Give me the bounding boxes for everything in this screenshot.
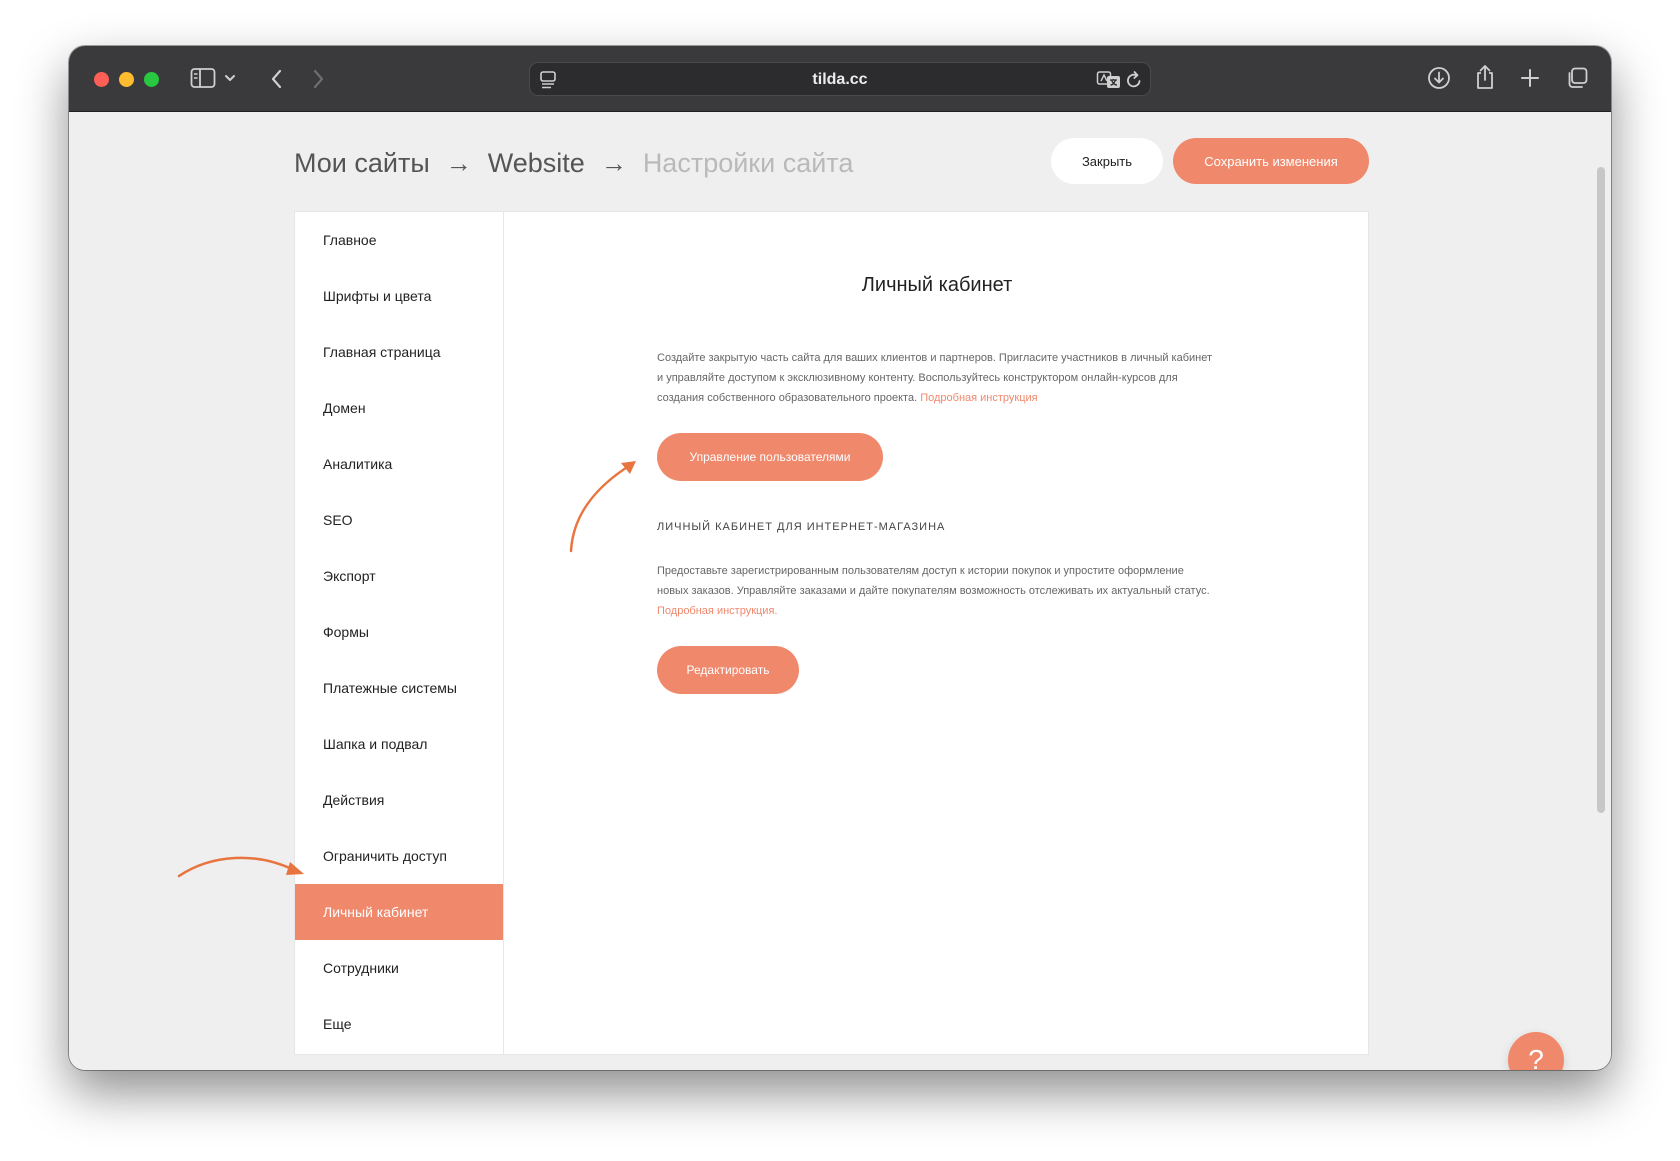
chevron-down-icon[interactable] — [224, 73, 236, 83]
annotation-arrow-icon — [177, 856, 304, 878]
section-title: Личный кабинет — [861, 274, 1013, 296]
close-window-button[interactable] — [94, 72, 109, 87]
help-button[interactable]: ? — [1508, 1032, 1564, 1070]
breadcrumb-my-sites[interactable]: Мои сайты — [294, 148, 430, 179]
edit-button[interactable]: Редактировать — [657, 646, 799, 694]
breadcrumb-separator: → — [600, 147, 627, 178]
sidebar-item-main[interactable]: Главное — [295, 212, 503, 268]
sidebar-item-analytics[interactable]: Аналитика — [295, 436, 503, 492]
share-icon[interactable] — [1474, 63, 1496, 91]
settings-main: Личный кабинет Создайте закрытую часть с… — [505, 212, 1369, 1054]
sidebar-item-employees[interactable]: Сотрудники — [295, 940, 503, 996]
sidebar-toggle-icon[interactable] — [190, 67, 216, 89]
forward-arrow-icon[interactable] — [312, 68, 326, 90]
sidebar-item-seo[interactable]: SEO — [295, 492, 503, 548]
translate-icon[interactable] — [1096, 70, 1122, 90]
sidebar-item-actions[interactable]: Действия — [295, 772, 503, 828]
page-content: Мои сайты → Website → Настройки сайта За… — [69, 113, 1611, 1070]
personal-account-description: Создайте закрытую часть сайта для ваших … — [657, 348, 1217, 408]
download-icon[interactable] — [1427, 66, 1451, 90]
shop-section-title: ЛИЧНЫЙ КАБИНЕТ ДЛЯ ИНТЕРНЕТ-МАГАЗИНА — [657, 521, 946, 533]
close-button[interactable]: Закрыть — [1051, 138, 1163, 184]
breadcrumb-website[interactable]: Website — [488, 148, 585, 179]
shop-description-text: Предоставьте зарегистрированным пользова… — [657, 565, 1210, 597]
minimize-window-button[interactable] — [119, 72, 134, 87]
instruction-link[interactable]: Подробная инструкция — [920, 392, 1037, 404]
sidebar-item-home-page[interactable]: Главная страница — [295, 324, 503, 380]
reload-icon[interactable] — [1125, 70, 1143, 90]
browser-titlebar: tilda.cc — [69, 46, 1611, 112]
breadcrumb-separator: → — [445, 147, 472, 178]
sidebar-item-payment-systems[interactable]: Платежные системы — [295, 660, 503, 716]
sidebar-item-export[interactable]: Экспорт — [295, 548, 503, 604]
shop-description: Предоставьте зарегистрированным пользова… — [657, 561, 1217, 621]
breadcrumb-current: Настройки сайта — [642, 147, 854, 178]
sidebar-item-fonts-colors[interactable]: Шрифты и цвета — [295, 268, 503, 324]
sidebar-item-more[interactable]: Еще — [295, 996, 503, 1052]
sidebar-item-forms[interactable]: Формы — [295, 604, 503, 660]
zoom-window-button[interactable] — [144, 72, 159, 87]
url-text[interactable]: tilda.cc — [530, 63, 1150, 97]
settings-sidebar: Главное Шрифты и цвета Главная страница … — [295, 212, 504, 1054]
scrollbar[interactable] — [1597, 167, 1605, 813]
tab-overview-icon[interactable] — [1565, 66, 1589, 90]
breadcrumb: Мои сайты → Website → Настройки сайта — [294, 143, 853, 183]
browser-window: tilda.cc Мои сайты → Website → Настройки… — [69, 46, 1611, 1070]
settings-panel: Главное Шрифты и цвета Главная страница … — [294, 211, 1369, 1055]
manage-users-button[interactable]: Управление пользователями — [657, 433, 883, 481]
shop-instruction-link[interactable]: Подробная инструкция. — [657, 605, 777, 617]
back-arrow-icon[interactable] — [269, 68, 283, 90]
save-changes-button[interactable]: Сохранить изменения — [1173, 138, 1369, 184]
sidebar-item-personal-account[interactable]: Личный кабинет — [295, 884, 503, 940]
annotation-arrow-icon — [569, 461, 636, 553]
sidebar-item-header-footer[interactable]: Шапка и подвал — [295, 716, 503, 772]
address-bar[interactable]: tilda.cc — [529, 62, 1151, 96]
sidebar-item-restrict-access[interactable]: Ограничить доступ — [295, 828, 503, 884]
new-tab-icon[interactable] — [1519, 67, 1541, 89]
sidebar-item-domain[interactable]: Домен — [295, 380, 503, 436]
